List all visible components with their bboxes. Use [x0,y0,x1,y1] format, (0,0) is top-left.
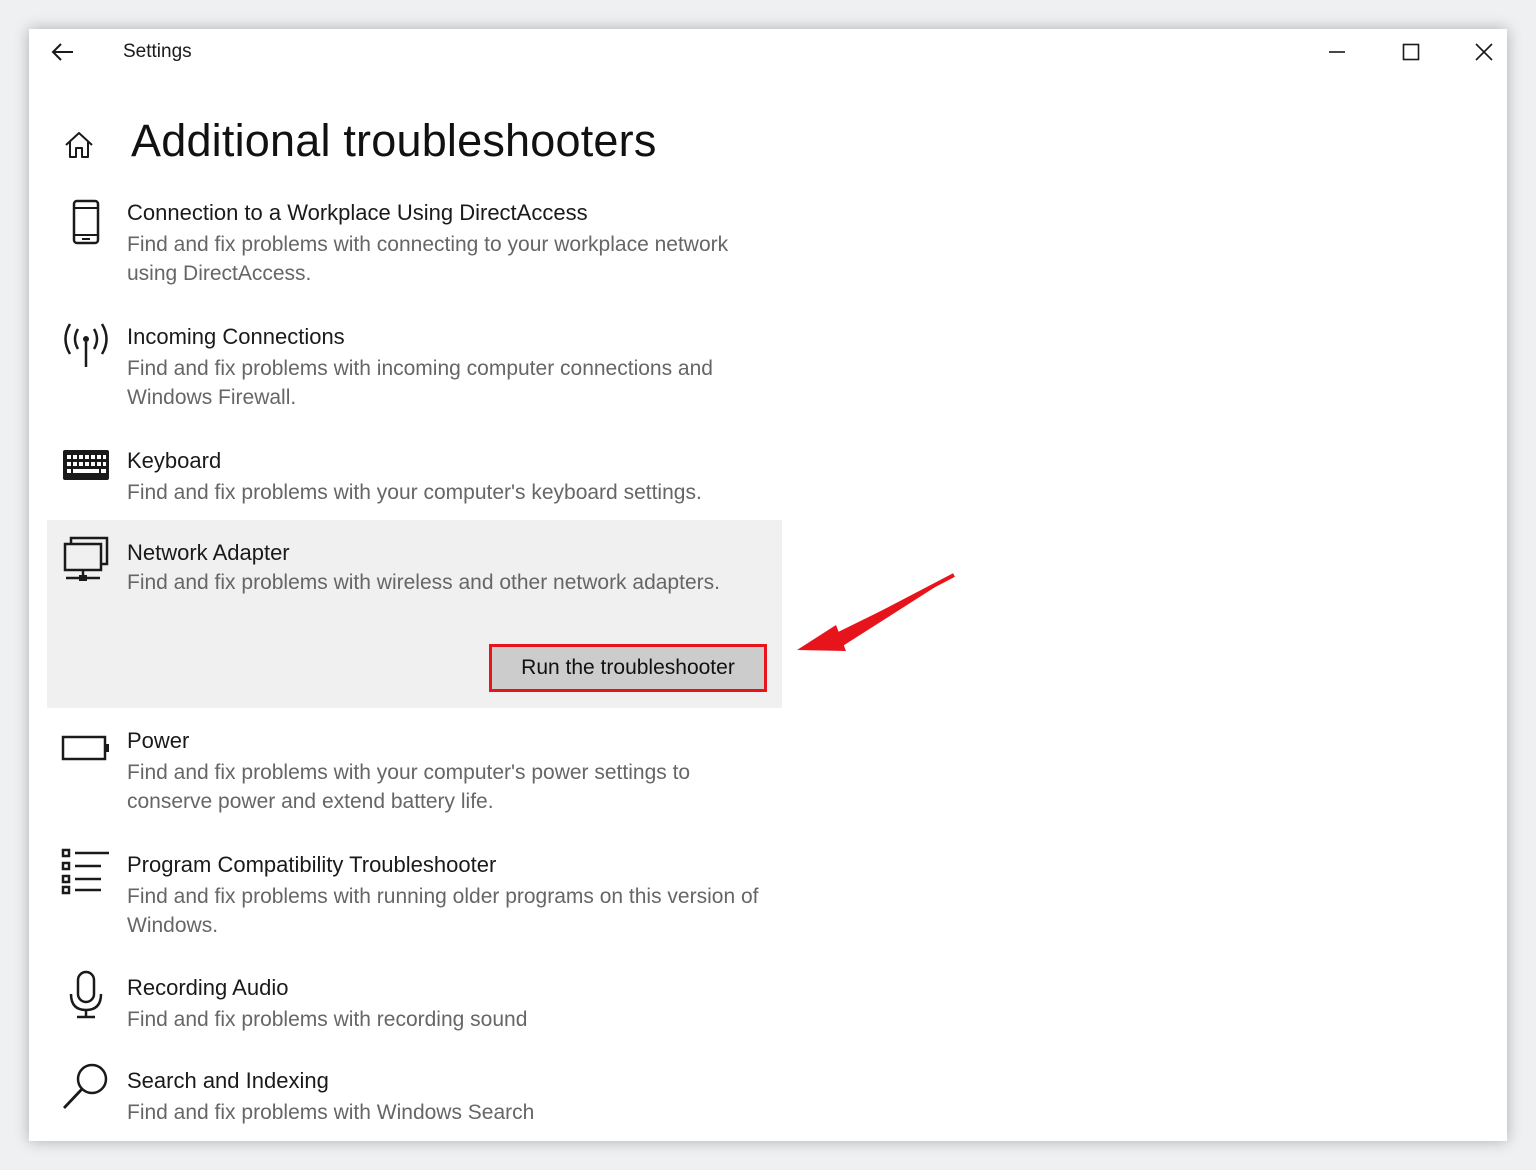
troubleshooter-network-adapter[interactable]: Network Adapter Find and fix problems wi… [47,520,782,708]
troubleshooter-description: Find and fix problems with connecting to… [127,233,729,285]
back-button[interactable] [46,37,80,67]
app-title: Settings [123,41,192,62]
home-icon [65,132,93,158]
phone-icon [61,199,111,249]
troubleshooter-power[interactable]: Power Find and fix problems with your co… [47,717,782,833]
search-icon [61,1062,111,1112]
close-icon [1475,43,1493,61]
troubleshooter-description: Find and fix problems with wireless and … [127,571,720,594]
troubleshooter-description: Find and fix problems with your computer… [127,761,691,813]
troubleshooter-title: Program Compatibility Troubleshooter [127,852,497,877]
maximize-button[interactable] [1386,33,1436,71]
troubleshooter-recording-audio[interactable]: Recording Audio Find and fix problems wi… [47,964,782,1048]
network-adapter-icon [61,536,111,586]
minimize-button[interactable] [1312,33,1362,71]
troubleshooter-description: Find and fix problems with your computer… [127,481,702,504]
troubleshooter-description: Find and fix problems with recording sou… [127,1008,528,1031]
page-title: Additional troubleshooters [131,115,657,166]
troubleshooter-title: Keyboard [127,448,222,473]
keyboard-icon [61,449,111,499]
close-button[interactable] [1459,33,1507,71]
troubleshooter-incoming-connections[interactable]: Incoming Connections Find and fix proble… [47,313,782,429]
troubleshooter-title: Power [127,728,190,753]
home-button[interactable] [59,125,99,165]
antenna-icon [61,321,111,371]
troubleshooter-title: Search and Indexing [127,1068,329,1093]
maximize-icon [1402,43,1420,61]
troubleshooter-title: Incoming Connections [127,324,345,349]
microphone-icon [61,970,111,1020]
troubleshooter-search-indexing[interactable]: Search and Indexing Find and fix problem… [47,1057,782,1141]
troubleshooter-keyboard[interactable]: Keyboard Find and fix problems with your… [47,437,782,517]
run-troubleshooter-button[interactable]: Run the troubleshooter [489,644,767,692]
title-bar: Settings [29,29,1507,75]
troubleshooter-title: Network Adapter [127,540,290,565]
troubleshooter-directaccess[interactable]: Connection to a Workplace Using DirectAc… [47,189,782,305]
troubleshooter-description: Find and fix problems with Windows Searc… [127,1101,535,1124]
troubleshooter-description: Find and fix problems with running older… [127,885,759,937]
settings-window: Settings Additional troubleshooters Conn… [29,29,1507,1141]
list-icon [61,847,111,897]
troubleshooter-description: Find and fix problems with incoming comp… [127,357,713,409]
minimize-icon [1329,51,1345,53]
back-arrow-icon [51,43,73,61]
battery-icon [61,735,111,785]
troubleshooter-program-compatibility[interactable]: Program Compatibility Troubleshooter Fin… [47,841,782,957]
troubleshooter-title: Recording Audio [127,975,289,1000]
annotation-arrow-icon [797,573,955,651]
troubleshooter-title: Connection to a Workplace Using DirectAc… [127,200,588,225]
